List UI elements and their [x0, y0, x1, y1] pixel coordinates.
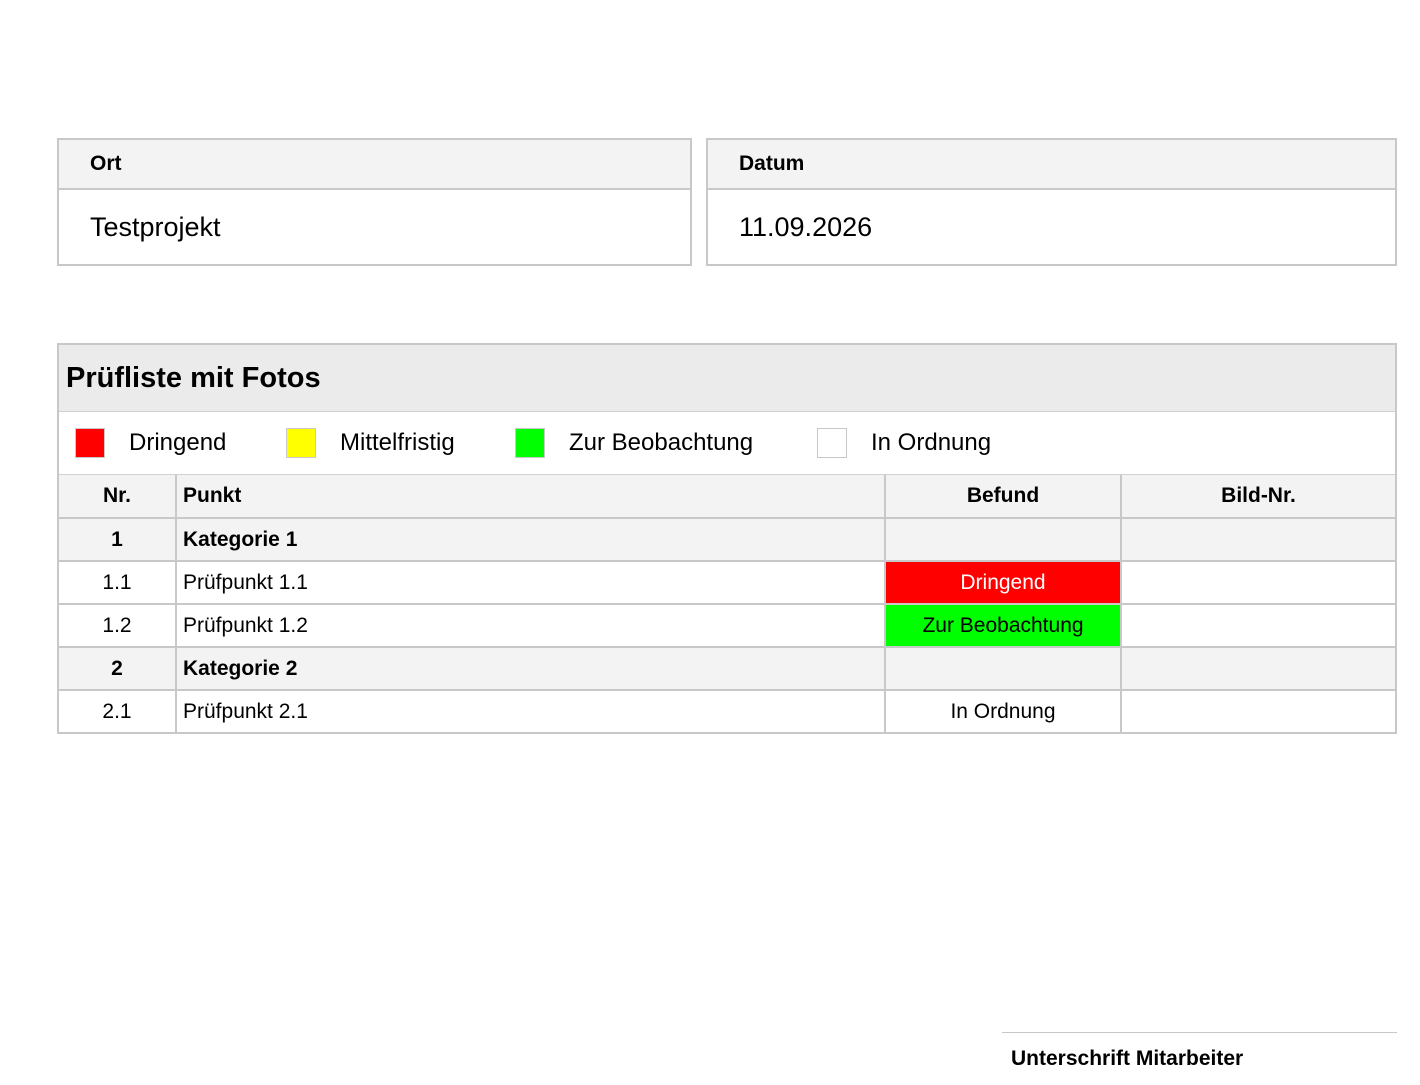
datum-box: Datum 11.09.2026	[706, 138, 1397, 266]
cell-bild-nr[interactable]	[1120, 560, 1395, 605]
col-header-punkt: Punkt	[175, 475, 886, 519]
table-header-row: Nr. Punkt Befund Bild-Nr.	[59, 475, 1395, 519]
cell-nr: 2	[59, 646, 177, 691]
checklist-table: Nr. Punkt Befund Bild-Nr. 1 Kategorie 1 …	[59, 475, 1395, 734]
col-header-nr: Nr.	[59, 475, 177, 519]
cell-befund[interactable]: Dringend	[884, 560, 1122, 605]
legend-swatch-dringend	[75, 428, 105, 458]
cell-punkt: Kategorie 1	[175, 518, 886, 562]
legend-item-dringend: Dringend	[75, 412, 226, 474]
cell-befund[interactable]: In Ordnung	[884, 689, 1122, 734]
legend-item-mittelfristig: Mittelfristig	[286, 412, 455, 474]
cell-bild-nr[interactable]	[1120, 518, 1395, 562]
table-row: 2 Kategorie 2	[59, 646, 1395, 691]
legend-item-zur-beobachtung: Zur Beobachtung	[515, 412, 753, 474]
cell-punkt: Prüfpunkt 1.2	[175, 603, 886, 648]
datum-label: Datum	[708, 140, 1395, 190]
cell-punkt: Prüfpunkt 2.1	[175, 689, 886, 734]
cell-nr: 1	[59, 518, 177, 562]
legend-label-in-ordnung: In Ordnung	[871, 429, 992, 456]
table-row: 1.2 Prüfpunkt 1.2 Zur Beobachtung	[59, 603, 1395, 648]
col-header-bild-nr: Bild-Nr.	[1120, 475, 1395, 519]
legend-label-mittelfristig: Mittelfristig	[340, 429, 455, 456]
legend-label-dringend: Dringend	[129, 429, 227, 456]
ort-label: Ort	[59, 140, 690, 190]
cell-befund[interactable]	[884, 518, 1122, 562]
cell-bild-nr[interactable]	[1120, 603, 1395, 648]
legend-label-zur-beobachtung: Zur Beobachtung	[569, 429, 754, 456]
ort-box: Ort Testprojekt	[57, 138, 692, 266]
legend-swatch-mittelfristig	[286, 428, 316, 458]
cell-nr: 1.2	[59, 603, 177, 648]
signature-label: Unterschrift Mitarbeiter	[1002, 1032, 1397, 1085]
cell-nr: 1.1	[59, 560, 177, 605]
cell-punkt: Kategorie 2	[175, 646, 886, 691]
col-header-befund: Befund	[884, 475, 1122, 519]
legend: Dringend Mittelfristig Zur Beobachtung I…	[59, 412, 1395, 475]
table-row: 1 Kategorie 1	[59, 518, 1395, 562]
cell-bild-nr[interactable]	[1120, 646, 1395, 691]
cell-bild-nr[interactable]	[1120, 689, 1395, 734]
legend-item-in-ordnung: In Ordnung	[817, 412, 991, 474]
legend-swatch-in-ordnung	[817, 428, 847, 458]
legend-swatch-zur-beobachtung	[515, 428, 545, 458]
checklist: Prüfliste mit Fotos Dringend Mittelfrist…	[57, 343, 1397, 734]
checklist-title: Prüfliste mit Fotos	[59, 345, 1395, 412]
cell-punkt: Prüfpunkt 1.1	[175, 560, 886, 605]
table-row: 2.1 Prüfpunkt 2.1 In Ordnung	[59, 689, 1395, 734]
ort-value: Testprojekt	[90, 212, 221, 242]
cell-befund[interactable]	[884, 646, 1122, 691]
table-row: 1.1 Prüfpunkt 1.1 Dringend	[59, 560, 1395, 605]
cell-nr: 2.1	[59, 689, 177, 734]
cell-befund[interactable]: Zur Beobachtung	[884, 603, 1122, 648]
datum-value: 11.09.2026	[739, 212, 873, 242]
